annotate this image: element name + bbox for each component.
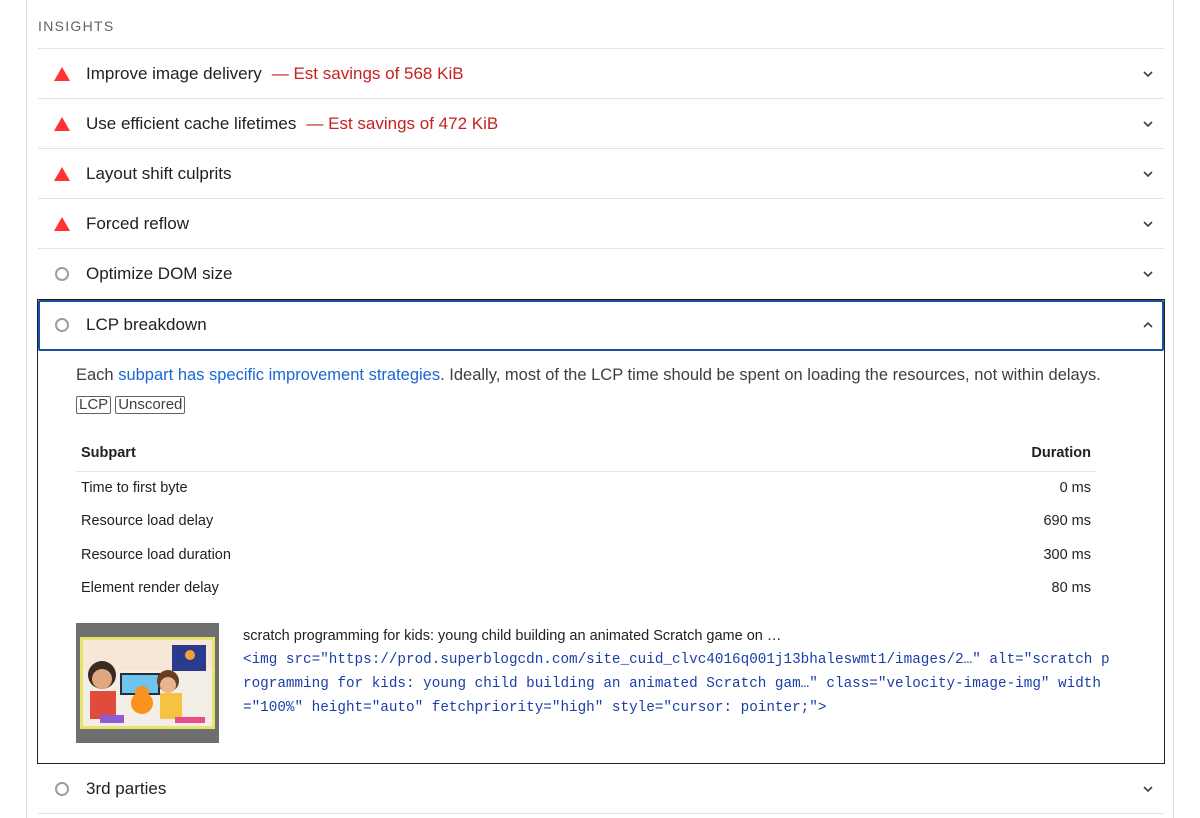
tag-lcp: LCP xyxy=(76,396,112,414)
chevron-down-icon[interactable] xyxy=(1142,68,1154,80)
chevron-down-icon[interactable] xyxy=(1142,168,1154,180)
element-snippet: scratch programming for kids: young chil… xyxy=(243,624,1113,720)
column-header-duration: Duration xyxy=(786,435,1096,472)
table-row: Time to first byte 0 ms xyxy=(76,471,1096,505)
insight-savings: — Est savings of 472 KiB xyxy=(306,113,499,133)
insight-lcp-breakdown[interactable]: LCP breakdown xyxy=(38,300,1164,350)
table-header-row: Subpart Duration xyxy=(76,435,1096,472)
duration-cell: 690 ms xyxy=(1043,513,1091,530)
chevron-down-icon[interactable] xyxy=(1142,783,1154,795)
insight-title: Optimize DOM size xyxy=(86,263,233,283)
row-divider xyxy=(38,813,1164,814)
insight-title: Forced reflow xyxy=(86,213,189,233)
chevron-down-icon[interactable] xyxy=(1142,268,1154,280)
lcp-description: Each subpart has specific improvement st… xyxy=(76,366,1101,414)
element-label: scratch programming for kids: young chil… xyxy=(243,628,782,644)
duration-cell: 300 ms xyxy=(1043,546,1091,563)
thumbnail-image xyxy=(80,637,215,729)
chevron-up-icon[interactable] xyxy=(1142,319,1154,331)
element-thumbnail[interactable] xyxy=(76,623,219,743)
improvement-strategies-link[interactable]: subpart has specific improvement strateg… xyxy=(118,366,440,384)
info-circle-icon xyxy=(55,782,69,796)
insight-optimize-dom-size[interactable]: Optimize DOM size xyxy=(38,248,1164,298)
insights-list: Improve image delivery — Est savings of 5… xyxy=(38,48,1164,298)
subpart-cell: Resource load duration xyxy=(81,546,231,563)
subpart-cell: Element render delay xyxy=(81,580,219,597)
warning-triangle-icon xyxy=(54,67,70,81)
insight-title: Improve image delivery — Est savings of 5… xyxy=(86,63,464,83)
insights-list-continued: 3rd parties xyxy=(38,764,1164,814)
info-circle-icon xyxy=(55,267,69,281)
subpart-table: Subpart Duration Time to first byte 0 ms … xyxy=(76,435,1096,605)
duration-cell: 0 ms xyxy=(1059,480,1091,496)
chevron-down-icon[interactable] xyxy=(1142,118,1154,130)
insight-cache-lifetimes[interactable]: Use efficient cache lifetimes — Est savin… xyxy=(38,98,1164,148)
lcp-breakdown-panel: LCP breakdown Each subpart has specific … xyxy=(37,299,1165,764)
element-code[interactable]: <img src="https://prod.superblogcdn.com/… xyxy=(243,648,1113,720)
insight-improve-image-delivery[interactable]: Improve image delivery — Est savings of 5… xyxy=(38,48,1164,98)
tag-unscored: Unscored xyxy=(115,396,186,414)
insights-panel: INSIGHTS Improve image delivery — Est sav… xyxy=(26,0,1174,818)
insight-title: 3rd parties xyxy=(86,779,167,798)
insight-savings: — Est savings of 568 KiB xyxy=(271,63,464,83)
subpart-cell: Time to first byte xyxy=(81,480,188,496)
insight-title: Layout shift culprits xyxy=(86,163,232,183)
warning-triangle-icon xyxy=(54,117,70,131)
info-circle-icon xyxy=(55,318,69,332)
table-row: Element render delay 80 ms xyxy=(76,572,1096,606)
section-title: INSIGHTS xyxy=(38,18,115,34)
insight-3rd-parties[interactable]: 3rd parties xyxy=(38,764,1164,814)
column-header-subpart: Subpart xyxy=(76,435,787,472)
insight-forced-reflow[interactable]: Forced reflow xyxy=(38,198,1164,248)
insight-title: LCP breakdown xyxy=(86,315,207,334)
subpart-cell: Resource load delay xyxy=(81,513,214,530)
chevron-down-icon[interactable] xyxy=(1142,218,1154,230)
table-row: Resource load delay 690 ms xyxy=(76,505,1096,539)
table-row: Resource load duration 300 ms xyxy=(76,538,1096,572)
insight-layout-shift-culprits[interactable]: Layout shift culprits xyxy=(38,148,1164,198)
lcp-element: scratch programming for kids: young chil… xyxy=(76,623,1116,743)
warning-triangle-icon xyxy=(54,217,70,231)
insight-title: Use efficient cache lifetimes — Est savin… xyxy=(86,113,499,133)
warning-triangle-icon xyxy=(54,167,70,181)
duration-cell: 80 ms xyxy=(1051,580,1092,597)
